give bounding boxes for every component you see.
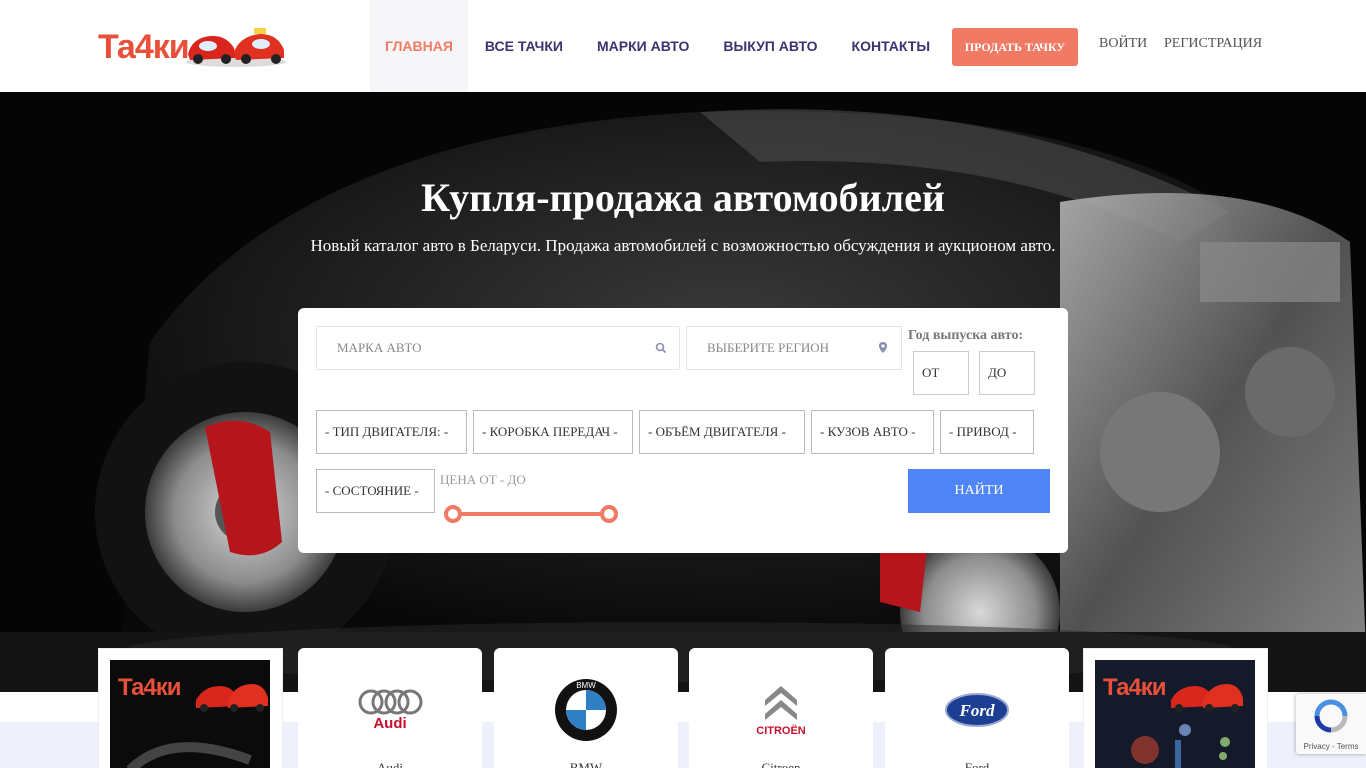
engine-type-select[interactable]: - ТИП ДВИГАТЕЛЯ: -	[316, 410, 467, 454]
ford-logo-icon: Ford	[945, 693, 1009, 727]
brand-name-citroen: Citroen	[761, 760, 801, 768]
citroen-logo-icon: CITROËN	[756, 686, 806, 737]
map-pin-icon	[879, 342, 887, 353]
brand-name-audi: Audi	[377, 760, 403, 768]
brand-card-ford[interactable]: Ford Ford	[885, 648, 1069, 768]
promo-image-right: Та4ки	[1095, 660, 1255, 768]
nav-item-contacts[interactable]: КОНТАКТЫ	[835, 0, 947, 92]
hero-title: Купля-продажа автомобилей	[421, 175, 945, 220]
promo-logo-text-right: Та4ки	[1103, 674, 1167, 701]
search-panel: МАРКА АВТО ВЫБЕРИТЕ РЕГИОН Год выпуска а…	[298, 308, 1068, 553]
drive-select[interactable]: - ПРИВОД -	[940, 410, 1034, 454]
promo-logo-text: Та4ки	[118, 674, 182, 701]
nav-item-all-cars[interactable]: ВСЕ ТАЧКИ	[468, 0, 580, 92]
promo-banner-right[interactable]: Та4ки	[1083, 648, 1268, 768]
year-to-input[interactable]: ДО	[979, 351, 1035, 395]
brand-card-citroen[interactable]: CITROËN Citroen	[689, 648, 873, 768]
condition-select[interactable]: - СОСТОЯНИЕ -	[316, 469, 435, 513]
region-placeholder: ВЫБЕРИТЕ РЕГИОН	[707, 340, 830, 355]
recaptcha-links: Privacy - Terms	[1296, 742, 1366, 751]
brand-search-input[interactable]: МАРКА АВТО	[316, 326, 680, 370]
bmw-logo-icon: BMW	[555, 679, 617, 741]
ford-logo-text: Ford	[959, 701, 995, 720]
recaptcha-badge[interactable]: Privacy - Terms	[1296, 694, 1366, 754]
price-slider-track[interactable]	[452, 512, 610, 516]
year-label: Год выпуска авто:	[908, 328, 1024, 343]
audi-logo-text: Audi	[373, 715, 406, 732]
recaptcha-separator: -	[1329, 742, 1337, 751]
promo-banner-left[interactable]: Та4ки	[98, 648, 283, 768]
register-link[interactable]: РЕГИСТРАЦИЯ	[1164, 36, 1262, 52]
nav-item-brands[interactable]: МАРКИ АВТО	[580, 0, 706, 92]
recaptcha-icon	[1314, 699, 1348, 733]
recaptcha-terms-link[interactable]: Terms	[1337, 742, 1359, 751]
gearbox-select[interactable]: - КОРОБКА ПЕРЕДАЧ -	[473, 410, 633, 454]
year-from-input[interactable]: ОТ	[913, 351, 969, 395]
price-max-handle[interactable]	[600, 505, 618, 523]
brand-card-audi[interactable]: Audi Audi	[298, 648, 482, 768]
brand-search-placeholder: МАРКА АВТО	[337, 340, 422, 355]
find-button[interactable]: НАЙТИ	[908, 469, 1050, 513]
citroen-logo-text: CITROËN	[756, 724, 806, 737]
recaptcha-privacy-link[interactable]: Privacy	[1304, 742, 1330, 751]
cartoon-cars-icon	[186, 28, 286, 67]
site-logo[interactable]: Та4ки	[98, 22, 288, 70]
nav-item-home[interactable]: ГЛАВНАЯ	[370, 0, 468, 92]
price-min-handle[interactable]	[444, 505, 462, 523]
bmw-logo-text: BMW	[576, 681, 596, 690]
promo-image-left: Та4ки	[110, 660, 270, 768]
logo-text: Та4ки	[98, 28, 190, 66]
engine-volume-select[interactable]: - ОБЪЁМ ДВИГАТЕЛЯ -	[639, 410, 805, 454]
brand-card-bmw[interactable]: BMW BMW	[494, 648, 678, 768]
region-select[interactable]: ВЫБЕРИТЕ РЕГИОН	[686, 326, 902, 370]
brand-name-bmw: BMW	[569, 760, 603, 768]
search-icon	[655, 342, 667, 354]
audi-logo-icon: Audi	[358, 689, 423, 732]
site-header: Та4ки ГЛАВНАЯ ВСЕ ТАЧКИ МАРКИ АВТО ВЫКУП…	[0, 0, 1366, 92]
price-range-label: ЦЕНА ОТ - ДО	[440, 472, 526, 487]
body-type-select[interactable]: - КУЗОВ АВТО -	[811, 410, 934, 454]
hero-subtitle: Новый каталог авто в Беларуси. Продажа а…	[310, 236, 1056, 255]
brand-name-ford: Ford	[964, 760, 990, 768]
main-nav: ГЛАВНАЯ ВСЕ ТАЧКИ МАРКИ АВТО ВЫКУП АВТО …	[370, 0, 947, 92]
login-link[interactable]: ВОЙТИ	[1099, 36, 1147, 52]
sell-car-button[interactable]: ПРОДАТЬ ТАЧКУ	[952, 28, 1078, 66]
nav-item-buyout[interactable]: ВЫКУП АВТО	[706, 0, 834, 92]
